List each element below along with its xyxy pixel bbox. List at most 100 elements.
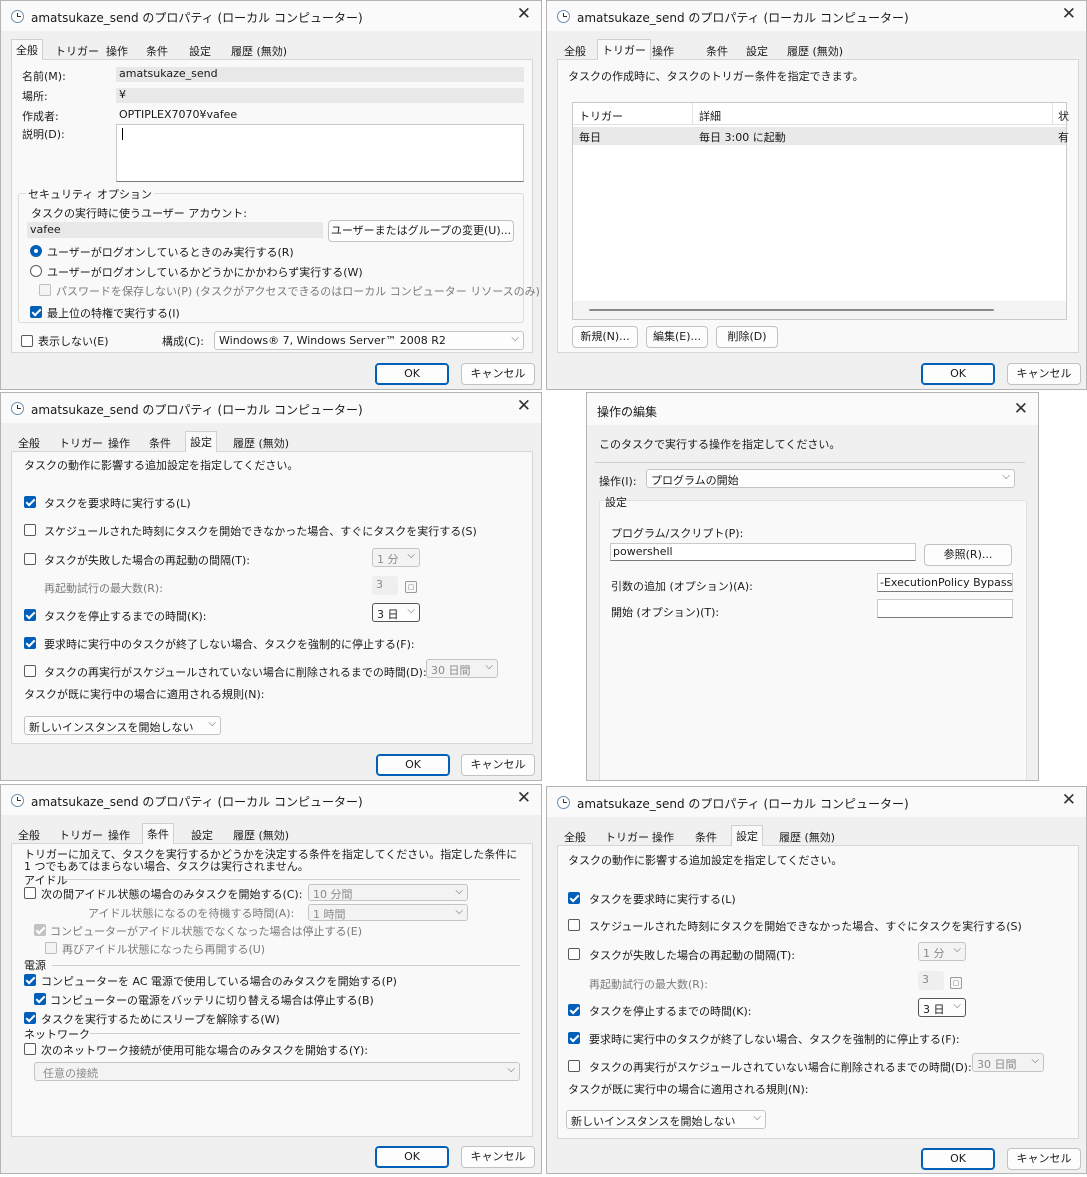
idle-wait-select[interactable]: 1 時間 ⌵	[308, 904, 468, 921]
ok-button[interactable]: OK	[375, 1146, 449, 1168]
cancel-button[interactable]: キャンセル	[461, 754, 535, 776]
tab-settings[interactable]: 設定	[731, 825, 763, 846]
column-header-status[interactable]: 状	[1058, 108, 1069, 124]
tab-conditions[interactable]: 条件	[142, 41, 172, 59]
spin-icon[interactable]: ▢	[405, 581, 417, 593]
arguments-input[interactable]: -ExecutionPolicy Bypass	[877, 573, 1013, 592]
idle-restart-checkbox[interactable]	[45, 942, 57, 954]
tab-history[interactable]: 履歴 (無効)	[775, 827, 839, 845]
ok-button[interactable]: OK	[921, 1148, 995, 1170]
tab-settings[interactable]: 設定	[187, 825, 217, 843]
table-row[interactable]: 毎日 毎日 3:00 に起動 有	[573, 127, 1069, 145]
close-icon[interactable]: ✕	[517, 4, 531, 24]
highest-privileges-checkbox[interactable]	[30, 306, 42, 318]
stop-after-checkbox[interactable]	[24, 609, 36, 621]
missed-start-checkbox[interactable]	[24, 524, 36, 536]
close-icon[interactable]: ✕	[1014, 399, 1028, 419]
tab-actions[interactable]: 操作	[102, 41, 132, 59]
delete-expired-checkbox[interactable]	[568, 1060, 580, 1072]
tab-triggers[interactable]: トリガー	[55, 433, 107, 451]
start-in-input[interactable]	[877, 599, 1013, 618]
tab-settings[interactable]: 設定	[185, 431, 217, 452]
radio-logon-only[interactable]	[30, 245, 42, 257]
action-select[interactable]: プログラムの開始 ⌵	[646, 469, 1015, 488]
tab-conditions[interactable]: 条件	[145, 433, 175, 451]
force-stop-checkbox[interactable]	[24, 637, 36, 649]
cancel-button[interactable]: キャンセル	[1007, 363, 1081, 385]
horizontal-scrollbar[interactable]	[573, 301, 1066, 319]
tab-general[interactable]: 全般	[560, 41, 590, 59]
tab-general[interactable]: 全般	[560, 827, 590, 845]
power-ac-checkbox[interactable]	[24, 974, 36, 986]
tab-actions[interactable]: 操作	[104, 433, 134, 451]
on-demand-checkbox[interactable]	[568, 892, 580, 904]
power-wake-checkbox[interactable]	[24, 1012, 36, 1024]
tab-triggers[interactable]: トリガー	[51, 41, 103, 59]
network-select[interactable]: 任意の接続 ⌵	[34, 1062, 520, 1081]
power-battery-checkbox[interactable]	[34, 993, 46, 1005]
on-demand-checkbox[interactable]	[24, 496, 36, 508]
rule-select[interactable]: 新しいインスタンスを開始しない ⌵	[24, 716, 221, 735]
close-icon[interactable]: ✕	[1062, 790, 1076, 810]
stop-after-checkbox[interactable]	[568, 1004, 580, 1016]
tab-actions[interactable]: 操作	[104, 825, 134, 843]
delete-expired-select[interactable]: 30 日間 ⌵	[972, 1053, 1044, 1072]
spin-icon[interactable]: ▢	[950, 977, 962, 989]
delete-expired-select[interactable]: 30 日間 ⌵	[426, 659, 498, 678]
idle-start-checkbox[interactable]	[24, 887, 36, 899]
tab-history[interactable]: 履歴 (無効)	[783, 41, 847, 59]
rule-select[interactable]: 新しいインスタンスを開始しない ⌵	[566, 1110, 766, 1129]
tab-general[interactable]: 全般	[14, 825, 44, 843]
tab-triggers[interactable]: トリガー	[55, 825, 107, 843]
close-icon[interactable]: ✕	[517, 788, 531, 808]
cancel-button[interactable]: キャンセル	[461, 363, 535, 385]
restart-count-field[interactable]: 3	[918, 971, 944, 990]
scroll-thumb[interactable]	[589, 309, 994, 311]
edit-trigger-button[interactable]: 編集(E)...	[646, 326, 708, 348]
network-start-checkbox[interactable]	[24, 1043, 36, 1055]
close-icon[interactable]: ✕	[1062, 4, 1076, 24]
idle-duration-select[interactable]: 10 分間 ⌵	[308, 884, 468, 901]
tab-general[interactable]: 全般	[14, 433, 44, 451]
cancel-button[interactable]: キャンセル	[1007, 1148, 1081, 1170]
hidden-checkbox[interactable]	[21, 335, 33, 347]
delete-trigger-button[interactable]: 削除(D)	[716, 326, 778, 348]
new-trigger-button[interactable]: 新規(N)...	[572, 326, 638, 348]
tab-actions[interactable]: 操作	[648, 41, 678, 59]
tab-history[interactable]: 履歴 (無効)	[227, 41, 291, 59]
ok-button[interactable]: OK	[375, 363, 449, 385]
tab-settings[interactable]: 設定	[742, 41, 772, 59]
stop-after-select[interactable]: 3 日 ⌵	[372, 603, 420, 622]
restart-interval-select[interactable]: 1 分 ⌵	[918, 942, 966, 961]
tab-triggers[interactable]: トリガー	[597, 39, 651, 60]
tab-conditions[interactable]: 条件	[702, 41, 732, 59]
column-header-trigger[interactable]: トリガー	[579, 108, 623, 124]
restart-count-field[interactable]: 3	[372, 576, 398, 595]
no-store-password-checkbox[interactable]	[39, 284, 51, 296]
description-input[interactable]	[116, 124, 524, 182]
missed-start-checkbox[interactable]	[568, 919, 580, 931]
ok-button[interactable]: OK	[376, 754, 450, 776]
tab-history[interactable]: 履歴 (無効)	[229, 825, 293, 843]
close-icon[interactable]: ✕	[517, 396, 531, 416]
tab-history[interactable]: 履歴 (無効)	[229, 433, 293, 451]
delete-expired-checkbox[interactable]	[24, 665, 36, 677]
radio-logon-any[interactable]	[30, 265, 42, 277]
tab-conditions[interactable]: 条件	[691, 827, 721, 845]
tab-triggers[interactable]: トリガー	[601, 827, 653, 845]
configure-select[interactable]: Windows® 7, Windows Server™ 2008 R2 ⌵	[214, 331, 524, 350]
idle-stop-checkbox[interactable]	[34, 924, 46, 936]
browse-button[interactable]: 参照(R)...	[924, 544, 1012, 566]
tab-conditions[interactable]: 条件	[142, 823, 174, 844]
tab-general[interactable]: 全般	[11, 39, 43, 60]
cancel-button[interactable]: キャンセル	[461, 1146, 535, 1168]
tab-settings[interactable]: 設定	[185, 41, 215, 59]
program-input[interactable]: powershell	[610, 543, 916, 561]
restart-checkbox[interactable]	[24, 553, 36, 565]
change-user-button[interactable]: ユーザーまたはグループの変更(U)...	[328, 220, 514, 242]
stop-after-select[interactable]: 3 日 ⌵	[918, 998, 966, 1017]
restart-checkbox[interactable]	[568, 948, 580, 960]
restart-interval-select[interactable]: 1 分 ⌵	[372, 548, 420, 567]
ok-button[interactable]: OK	[921, 363, 995, 385]
force-stop-checkbox[interactable]	[568, 1032, 580, 1044]
